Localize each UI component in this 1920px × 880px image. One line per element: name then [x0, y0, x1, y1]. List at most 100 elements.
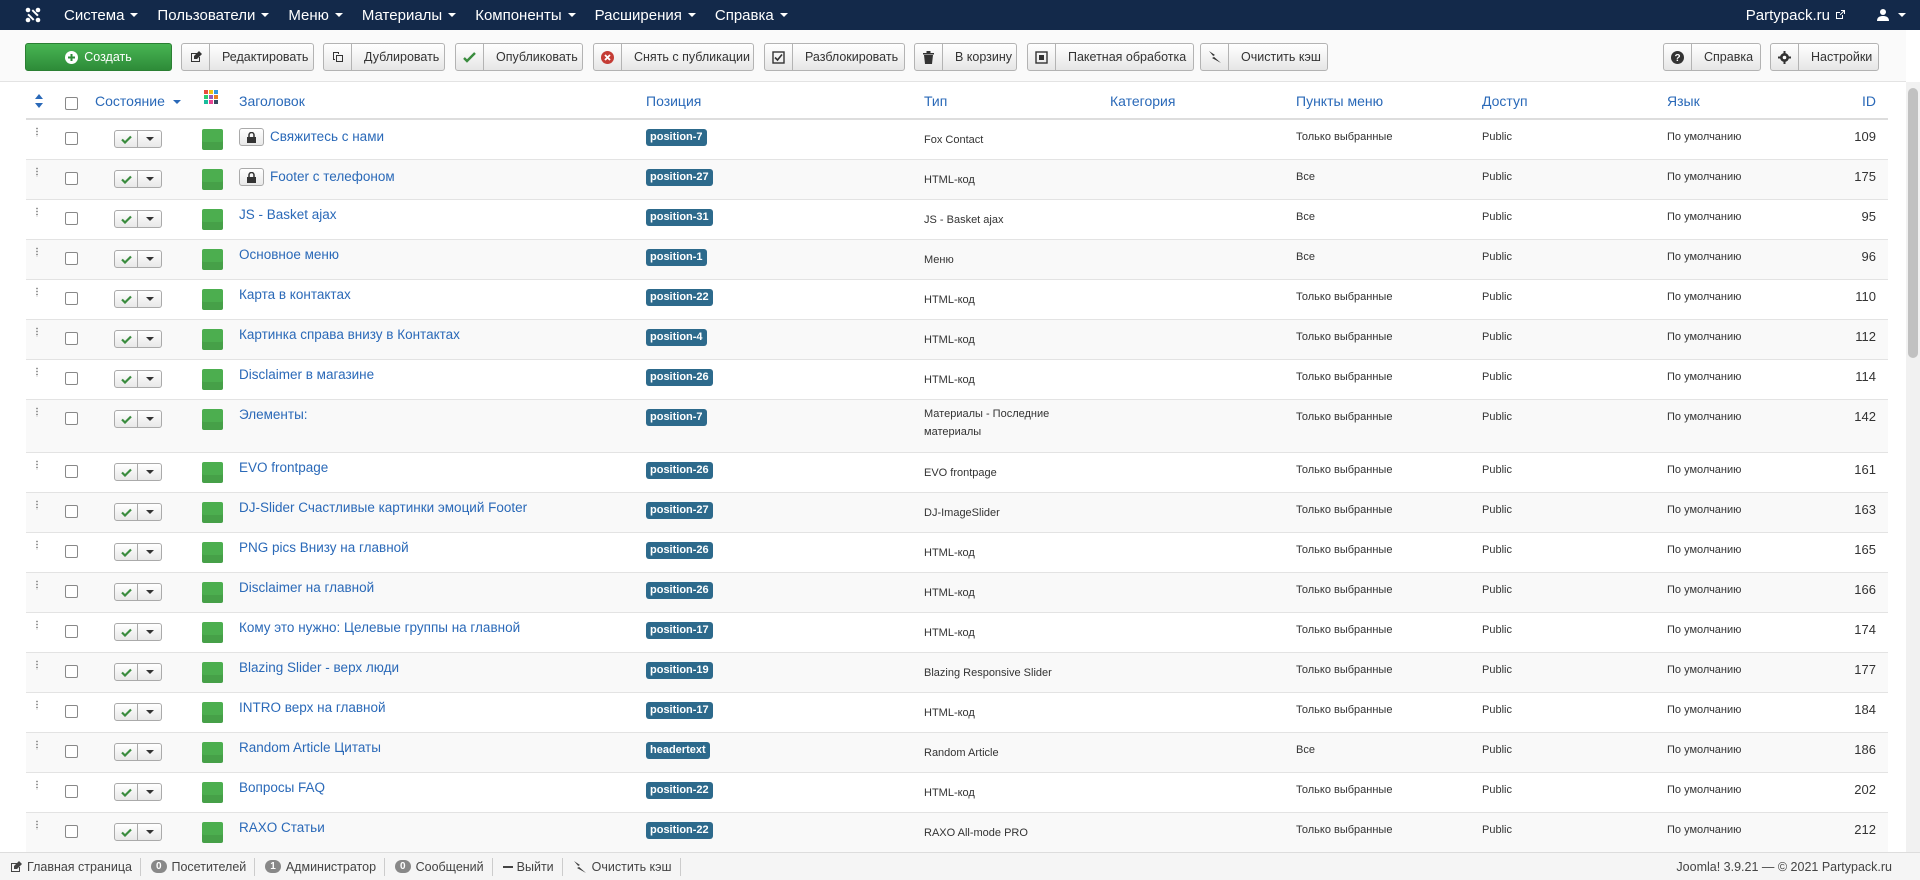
row-checkbox[interactable] — [65, 172, 78, 185]
state-dropdown[interactable] — [138, 410, 162, 428]
state-dropdown[interactable] — [138, 290, 162, 308]
row-checkbox[interactable] — [65, 505, 78, 518]
row-checkbox[interactable] — [65, 625, 78, 638]
drag-handle-icon[interactable] — [35, 700, 39, 710]
module-title-link[interactable]: PNG pics Внизу на главной — [239, 540, 409, 555]
published-toggle[interactable] — [114, 170, 138, 188]
state-dropdown[interactable] — [138, 503, 162, 521]
published-toggle[interactable] — [114, 743, 138, 761]
site-link[interactable]: Partypack.ru — [1746, 7, 1846, 24]
row-checkbox[interactable] — [65, 252, 78, 265]
visitors-item[interactable]: 0 Посетителей — [150, 857, 256, 876]
published-toggle[interactable] — [114, 663, 138, 681]
menu-menus[interactable]: Меню — [288, 7, 343, 24]
scrollbar-thumb[interactable] — [1908, 88, 1918, 358]
clear-cache-button[interactable]: Очистить кэш — [1200, 43, 1328, 71]
published-toggle[interactable] — [114, 370, 138, 388]
joomla-logo-icon[interactable] — [16, 0, 50, 30]
state-dropdown[interactable] — [138, 130, 162, 148]
th-menu-points[interactable]: Пункты меню — [1296, 93, 1383, 109]
published-toggle[interactable] — [114, 583, 138, 601]
module-title-link[interactable]: Footer с телефоном — [239, 167, 395, 186]
row-checkbox[interactable] — [65, 745, 78, 758]
state-dropdown[interactable] — [138, 543, 162, 561]
module-title-link[interactable]: RAXO Статьи — [239, 820, 325, 835]
state-dropdown[interactable] — [138, 583, 162, 601]
th-category[interactable]: Категория — [1110, 93, 1175, 109]
published-toggle[interactable] — [114, 330, 138, 348]
module-title-link[interactable]: EVO frontpage — [239, 460, 328, 475]
home-link[interactable]: Главная страница — [10, 857, 141, 876]
published-toggle[interactable] — [114, 703, 138, 721]
row-checkbox[interactable] — [65, 705, 78, 718]
admins-item[interactable]: 1 Администратор — [265, 857, 386, 876]
drag-handle-icon[interactable] — [35, 820, 39, 830]
state-dropdown[interactable] — [138, 743, 162, 761]
state-dropdown[interactable] — [138, 370, 162, 388]
menu-help[interactable]: Справка — [715, 7, 788, 24]
state-dropdown[interactable] — [138, 703, 162, 721]
module-title-link[interactable]: INTRO верх на главной — [239, 700, 386, 715]
module-title-link[interactable]: JS - Basket ajax — [239, 207, 337, 222]
row-checkbox[interactable] — [65, 332, 78, 345]
th-type[interactable]: Тип — [924, 93, 947, 109]
state-dropdown[interactable] — [138, 623, 162, 641]
published-toggle[interactable] — [114, 623, 138, 641]
create-button[interactable]: Создать — [25, 43, 172, 71]
th-position[interactable]: Позиция — [646, 93, 701, 109]
vertical-scrollbar[interactable] — [1906, 82, 1920, 852]
drag-handle-icon[interactable] — [35, 500, 39, 510]
published-toggle[interactable] — [114, 783, 138, 801]
duplicate-button[interactable]: Дублировать — [323, 43, 445, 71]
th-state[interactable]: Состояние — [95, 93, 181, 109]
menu-content[interactable]: Материалы — [362, 7, 457, 24]
published-toggle[interactable] — [114, 463, 138, 481]
menu-users[interactable]: Пользователи — [157, 7, 270, 24]
row-checkbox[interactable] — [65, 665, 78, 678]
th-access[interactable]: Доступ — [1482, 93, 1528, 109]
state-dropdown[interactable] — [138, 663, 162, 681]
module-title-link[interactable]: Основное меню — [239, 247, 339, 262]
drag-handle-icon[interactable] — [35, 780, 39, 790]
module-title-link[interactable]: Вопросы FAQ — [239, 780, 325, 795]
drag-handle-icon[interactable] — [35, 407, 39, 417]
published-toggle[interactable] — [114, 130, 138, 148]
row-checkbox[interactable] — [65, 212, 78, 225]
published-toggle[interactable] — [114, 543, 138, 561]
published-toggle[interactable] — [114, 410, 138, 428]
state-dropdown[interactable] — [138, 330, 162, 348]
drag-handle-icon[interactable] — [35, 247, 39, 257]
state-dropdown[interactable] — [138, 170, 162, 188]
row-checkbox[interactable] — [65, 412, 78, 425]
drag-handle-icon[interactable] — [35, 660, 39, 670]
lock-icon[interactable] — [239, 168, 264, 186]
published-toggle[interactable] — [114, 250, 138, 268]
logout-link[interactable]: Выйти — [502, 857, 563, 876]
state-dropdown[interactable] — [138, 463, 162, 481]
module-title-link[interactable]: Свяжитесь с нами — [239, 127, 384, 146]
state-dropdown[interactable] — [138, 783, 162, 801]
th-id[interactable]: ID — [1862, 93, 1876, 109]
published-toggle[interactable] — [114, 503, 138, 521]
module-title-link[interactable]: Blazing Slider - верх люди — [239, 660, 399, 675]
drag-handle-icon[interactable] — [35, 367, 39, 377]
row-checkbox[interactable] — [65, 825, 78, 838]
publish-button[interactable]: Опубликовать — [455, 43, 583, 71]
trash-button[interactable]: В корзину — [914, 43, 1017, 71]
row-checkbox[interactable] — [65, 292, 78, 305]
drag-handle-icon[interactable] — [35, 127, 39, 137]
published-toggle[interactable] — [114, 823, 138, 841]
drag-handle-icon[interactable] — [35, 207, 39, 217]
module-title-link[interactable]: Кому это нужно: Целевые группы на главно… — [239, 620, 520, 635]
state-dropdown[interactable] — [138, 823, 162, 841]
messages-item[interactable]: 0 Сообщений — [395, 857, 493, 876]
row-checkbox[interactable] — [65, 545, 78, 558]
th-title[interactable]: Заголовок — [239, 93, 305, 109]
row-checkbox[interactable] — [65, 132, 78, 145]
drag-handle-icon[interactable] — [35, 580, 39, 590]
menu-system[interactable]: Система — [64, 7, 139, 24]
options-button[interactable]: Настройки — [1770, 43, 1879, 71]
edit-button[interactable]: Редактировать — [181, 43, 314, 71]
state-dropdown[interactable] — [138, 250, 162, 268]
menu-extensions[interactable]: Расширения — [595, 7, 696, 24]
